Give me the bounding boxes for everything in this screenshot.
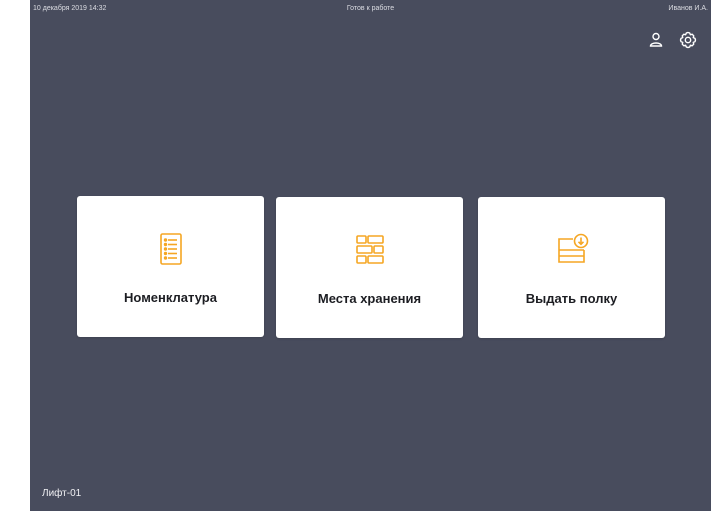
status-bar: 10 декабря 2019 14:32 Готов к работе Ива…: [30, 0, 711, 18]
nomenclature-card[interactable]: Номенклатура: [77, 196, 264, 337]
nomenclature-label: Номенклатура: [124, 290, 217, 305]
dispense-shelf-label: Выдать полку: [525, 291, 618, 306]
storage-cells-icon: [351, 231, 389, 269]
status-state: Готов к работе: [346, 5, 395, 12]
dispense-shelf-card[interactable]: Выдать полку: [478, 197, 665, 338]
gear-icon[interactable]: [678, 30, 698, 50]
storage-places-label: Места хранения: [317, 291, 422, 306]
device-label: Лифт-01: [42, 488, 82, 499]
status-user: Иванов И.А.: [668, 5, 708, 12]
user-icon[interactable]: [646, 30, 666, 50]
list-document-icon: [152, 230, 190, 268]
shelf-dispense-icon: [553, 231, 591, 269]
storage-places-card[interactable]: Места хранения: [276, 197, 463, 338]
app-screen: 10 декабря 2019 14:32 Готов к работе Ива…: [30, 0, 711, 511]
